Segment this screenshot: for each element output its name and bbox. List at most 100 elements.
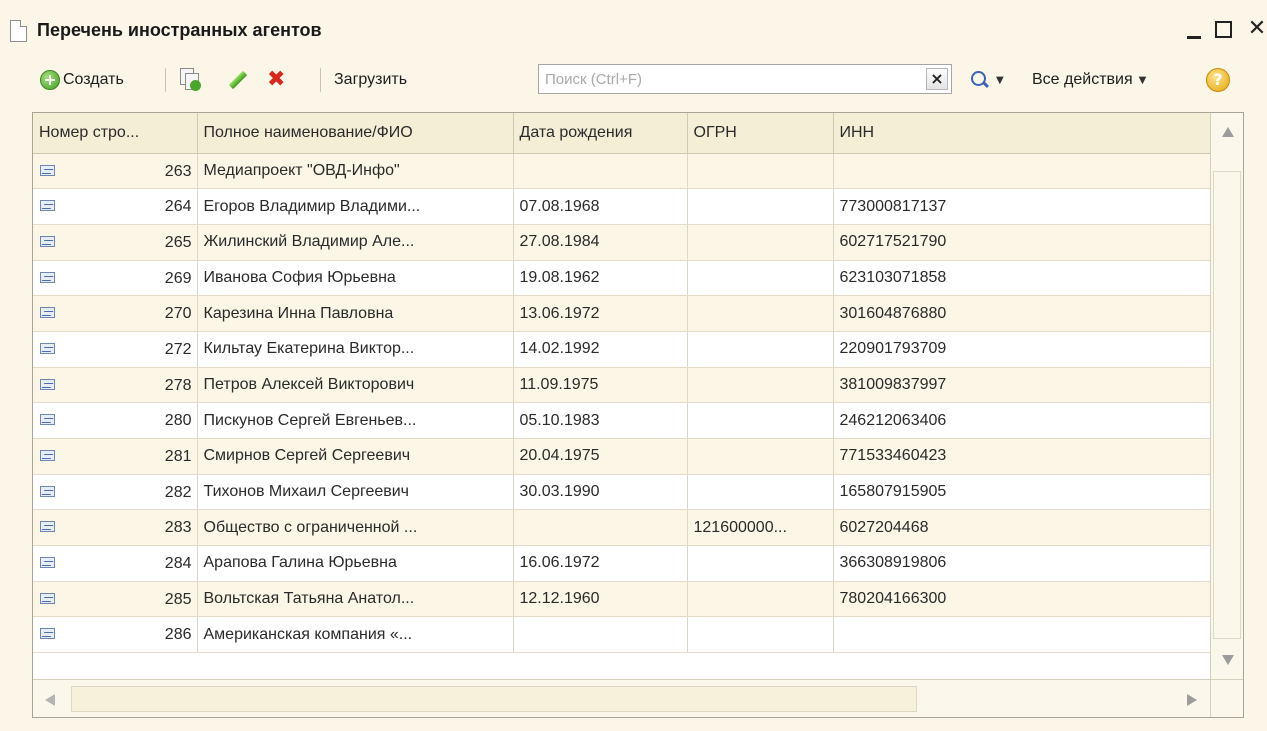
edit-button[interactable] <box>228 58 248 102</box>
table-row[interactable]: 281 Смирнов Сергей Сергеевич 20.04.1975 771… <box>33 438 1212 475</box>
all-actions-label: Все действия <box>1032 71 1133 88</box>
cell-ogrn <box>687 581 834 618</box>
cell-ogrn <box>687 224 834 261</box>
row-number-text: 270 <box>164 305 192 323</box>
cell-birth-date: 20.04.1975 <box>513 438 688 475</box>
scrollbar-corner <box>1210 679 1243 717</box>
table-row[interactable]: 286 Американская компания «... <box>33 616 1212 654</box>
table-row[interactable]: 272 Кильтау Екатерина Виктор... 14.02.1992… <box>33 331 1212 368</box>
cell-inn: 623103071858 <box>833 260 1212 297</box>
minimize-icon <box>1187 36 1201 39</box>
copy-icon <box>180 68 202 92</box>
cell-ogrn <box>687 402 834 439</box>
toolbar-separator <box>320 68 321 92</box>
cell-ogrn <box>687 545 834 582</box>
cell-full-name: Тихонов Михаил Сергеевич <box>197 474 514 511</box>
load-label: Загрузить <box>334 71 408 88</box>
cell-ogrn <box>687 367 834 404</box>
table-row[interactable]: 270 Карезина Инна Павловна 13.06.1972 30160… <box>33 295 1212 332</box>
title-bar: Перечень иностранных агентов ✕ <box>0 0 1267 52</box>
scroll-up-arrow-icon[interactable] <box>1222 127 1234 137</box>
table-row[interactable]: 283 Общество с ограниченной ... 121600000.… <box>33 509 1212 547</box>
cell-row-number: 278 <box>33 367 198 404</box>
toolbar-separator <box>165 68 166 92</box>
copy-button[interactable] <box>180 58 202 102</box>
catalog-item-icon <box>40 164 55 176</box>
close-button[interactable]: ✕ <box>1243 16 1267 42</box>
agents-table[interactable]: Номер стро... Полное наименование/ФИО Да… <box>32 112 1244 718</box>
catalog-item-icon <box>40 628 55 640</box>
cell-birth-date: 13.06.1972 <box>513 295 688 332</box>
table-row[interactable]: 269 Иванова София Юрьевна 19.08.1962 623103… <box>33 260 1212 297</box>
create-button[interactable]: Создать <box>40 58 124 102</box>
cell-row-number: 265 <box>33 224 198 261</box>
add-circle-icon <box>40 70 60 90</box>
table-row[interactable]: 282 Тихонов Михаил Сергеевич 30.03.1990 165… <box>33 474 1212 511</box>
cell-row-number: 269 <box>33 260 198 297</box>
horizontal-scroll-thumb[interactable] <box>71 686 917 712</box>
help-button[interactable]: ? <box>1206 58 1230 102</box>
cell-inn: 6027204468 <box>833 509 1212 547</box>
toolbar: Создать ✖ Загрузить × ▼ Все действия ▼ ? <box>0 58 1267 102</box>
column-header-birth-date[interactable]: Дата рождения <box>513 113 688 154</box>
table-row[interactable]: 284 Арапова Галина Юрьевна 16.06.1972 36630… <box>33 545 1212 582</box>
row-number-text: 264 <box>164 198 192 216</box>
cell-ogrn <box>687 260 834 297</box>
table-row[interactable]: 265 Жилинский Владимир Але... 27.08.1984 60… <box>33 224 1212 261</box>
horizontal-scrollbar[interactable] <box>33 679 1211 717</box>
cell-row-number: 282 <box>33 474 198 511</box>
cell-birth-date: 14.02.1992 <box>513 331 688 368</box>
column-header-inn[interactable]: ИНН <box>833 113 1212 154</box>
cell-birth-date: 07.08.1968 <box>513 188 688 225</box>
magnifier-icon <box>970 70 990 90</box>
scroll-down-arrow-icon[interactable] <box>1222 655 1234 665</box>
load-button[interactable]: Загрузить <box>334 58 407 102</box>
cell-row-number: 263 <box>33 153 198 190</box>
catalog-item-icon <box>40 235 55 247</box>
catalog-item-icon <box>40 414 55 426</box>
search-button[interactable]: ▼ <box>970 58 1004 102</box>
cell-ogrn <box>687 474 834 511</box>
table-row[interactable]: 263 Медиапроект "ОВД-Инфо" <box>33 153 1212 190</box>
cell-birth-date: 30.03.1990 <box>513 474 688 511</box>
table-row[interactable]: 278 Петров Алексей Викторович 11.09.1975 38… <box>33 367 1212 404</box>
delete-button[interactable]: ✖ <box>267 58 285 102</box>
all-actions-menu[interactable]: Все действия ▼ <box>1032 58 1146 102</box>
cell-birth-date <box>513 509 688 547</box>
catalog-item-icon <box>40 485 55 497</box>
chevron-down-icon: ▼ <box>996 74 1004 86</box>
cell-full-name: Егоров Владимир Владими... <box>197 188 514 225</box>
cell-birth-date: 11.09.1975 <box>513 367 688 404</box>
cell-birth-date: 27.08.1984 <box>513 224 688 261</box>
cell-row-number: 280 <box>33 402 198 439</box>
maximize-button[interactable] <box>1210 16 1238 42</box>
clear-search-button[interactable]: × <box>926 68 948 90</box>
cell-ogrn <box>687 331 834 368</box>
column-header-ogrn[interactable]: ОГРН <box>687 113 834 154</box>
cell-inn: 165807915905 <box>833 474 1212 511</box>
document-icon <box>10 20 27 42</box>
table-row[interactable]: 280 Пискунов Сергей Евгеньев... 05.10.1983… <box>33 402 1212 439</box>
cell-birth-date: 05.10.1983 <box>513 402 688 439</box>
row-number-text: 263 <box>164 162 192 180</box>
search-input[interactable] <box>539 65 919 93</box>
column-header-row-number[interactable]: Номер стро... <box>33 113 198 154</box>
vertical-scrollbar[interactable] <box>1210 113 1243 680</box>
cell-row-number: 286 <box>33 616 198 654</box>
catalog-item-icon <box>40 450 55 461</box>
cell-full-name: Арапова Галина Юрьевна <box>197 545 514 582</box>
table-row[interactable]: 264 Егоров Владимир Владими... 07.08.1968 7… <box>33 188 1212 225</box>
scroll-left-arrow-icon[interactable] <box>45 694 55 706</box>
table-header: Номер стро... Полное наименование/ФИО Да… <box>33 113 1212 154</box>
vertical-scroll-thumb[interactable] <box>1213 171 1241 639</box>
row-number-text: 280 <box>164 412 192 430</box>
table-row[interactable]: 285 Вольтская Татьяна Анатол... 12.12.1960… <box>33 581 1212 618</box>
minimize-button[interactable] <box>1180 16 1208 42</box>
cell-full-name: Общество с ограниченной ... <box>197 509 514 547</box>
cell-inn: 602717521790 <box>833 224 1212 261</box>
row-number-text: 281 <box>164 448 192 465</box>
cell-full-name: Медиапроект "ОВД-Инфо" <box>197 153 514 190</box>
scroll-right-arrow-icon[interactable] <box>1187 694 1197 706</box>
catalog-item-icon <box>40 557 55 569</box>
column-header-full-name[interactable]: Полное наименование/ФИО <box>197 113 514 154</box>
